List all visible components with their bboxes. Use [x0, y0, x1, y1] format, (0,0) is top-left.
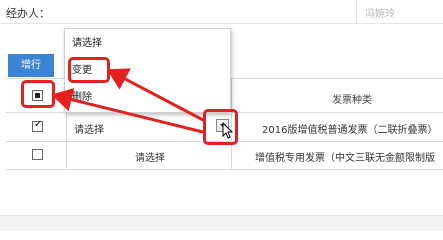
add-row-button[interactable]: 增行 — [8, 54, 54, 77]
agent-value: 冯婉玲 — [365, 9, 395, 20]
row-checkbox[interactable]: ✓ — [32, 119, 43, 132]
bottom-bar — [0, 215, 443, 231]
invoice-type-header: 发票种类 — [332, 95, 372, 106]
invoice-type-cell: 2016版增值税普通发票（二联折叠票） — [262, 125, 438, 136]
annotation-highlight — [21, 80, 55, 108]
menu-item-delete[interactable]: 删除 — [65, 84, 230, 111]
agent-row: 经办人： 冯婉玲 — [0, 0, 443, 24]
invoice-type-cell: 增值税专用发票（中文三联无金额限制版 — [255, 153, 435, 164]
row-checkbox[interactable] — [32, 149, 43, 160]
row-divider — [6, 169, 443, 170]
annotation-highlight — [68, 57, 110, 83]
mouse-pointer-icon — [222, 122, 234, 139]
menu-item-please-select[interactable]: 请选择 — [65, 30, 230, 57]
row-action-select[interactable]: 请选择 — [74, 121, 104, 136]
agent-label: 经办人： — [6, 7, 50, 20]
row-action-select[interactable]: 请选择 — [135, 149, 165, 164]
agent-field[interactable]: 冯婉玲 — [356, 0, 443, 23]
checkmark-icon: ✓ — [34, 119, 43, 130]
